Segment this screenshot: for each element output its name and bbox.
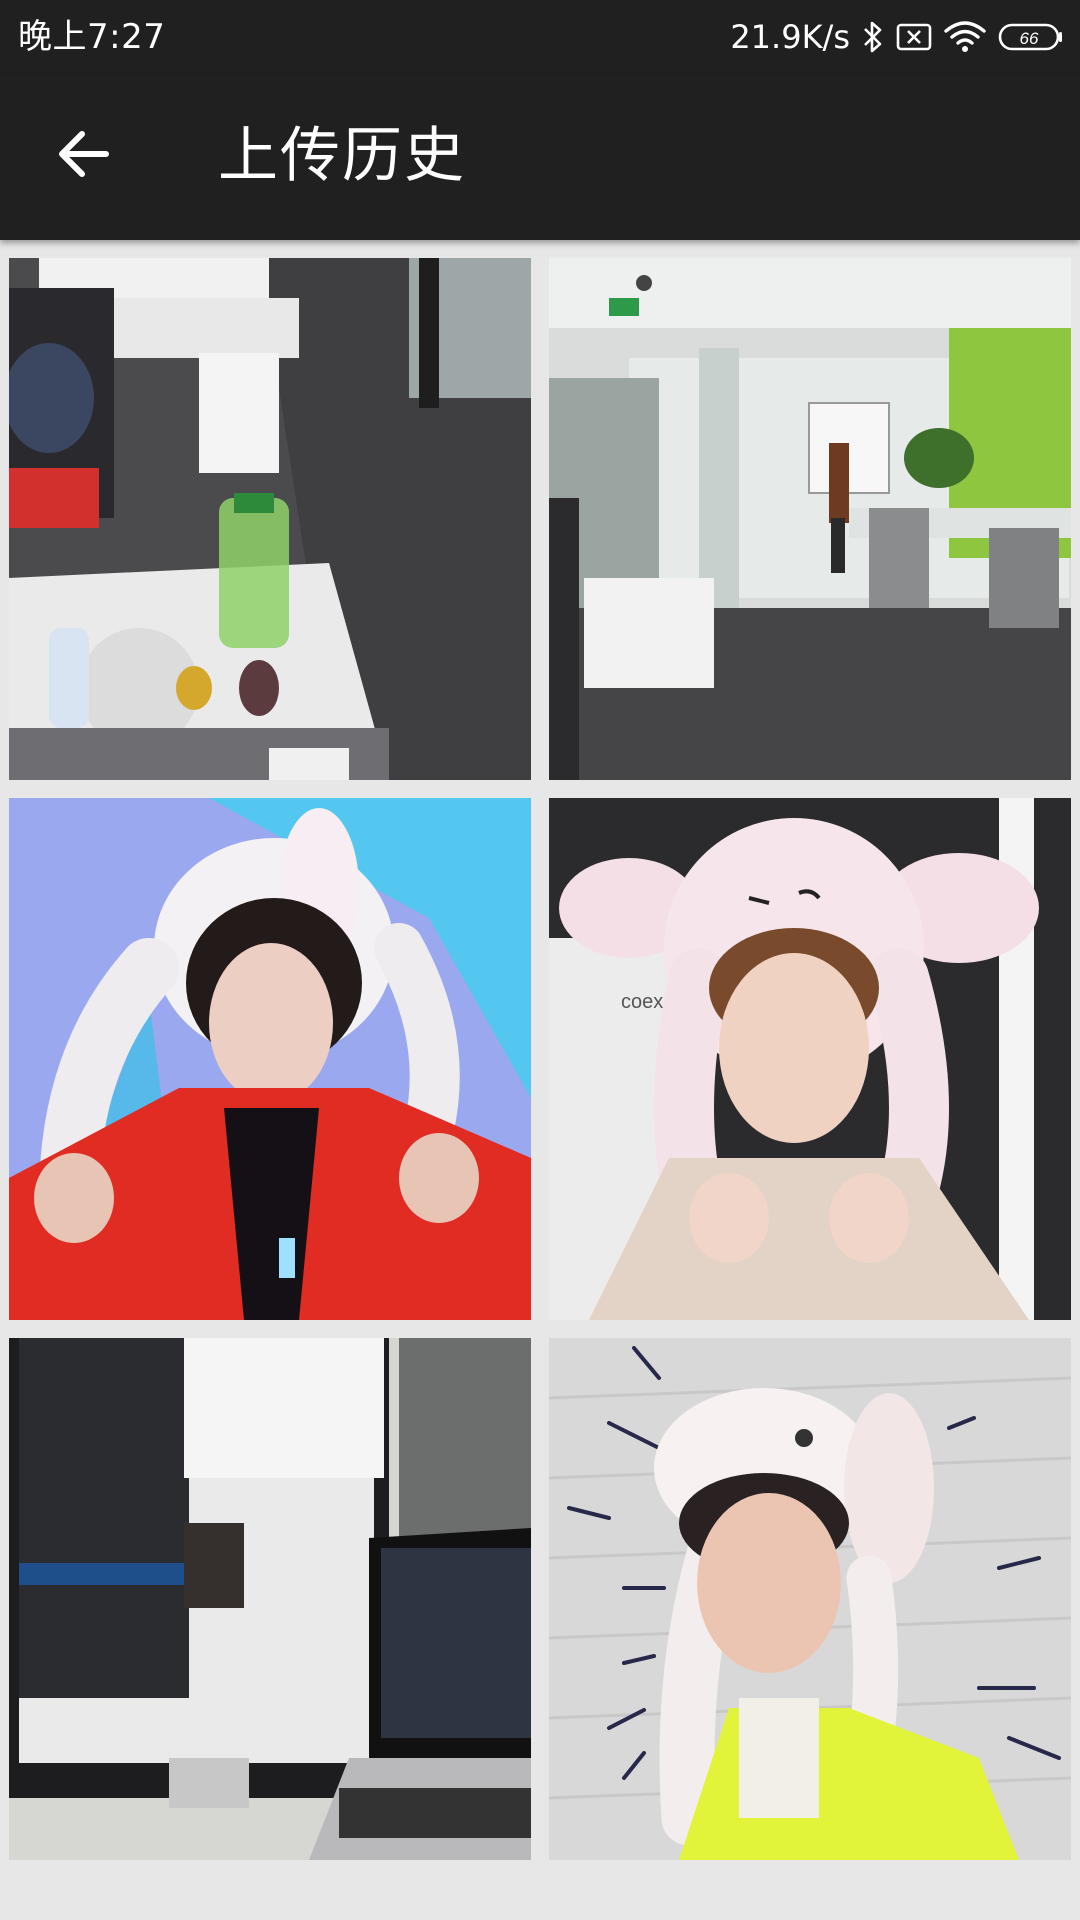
photo-tile-5[interactable] bbox=[9, 1338, 531, 1860]
photo-caption-coex: coex bbox=[621, 991, 663, 1013]
battery-icon: 66 bbox=[998, 22, 1064, 52]
status-time: 晚上7:27 bbox=[18, 17, 166, 57]
page-title: 上传历史 bbox=[218, 121, 466, 191]
battery-level: 66 bbox=[1020, 29, 1039, 48]
status-bar: 晚上7:27 21.9K/s 66 bbox=[0, 0, 1080, 74]
photo-tile-6[interactable] bbox=[549, 1338, 1071, 1860]
photo-person-yellow-vest bbox=[549, 1338, 1071, 1860]
sim-disabled-icon bbox=[896, 22, 932, 52]
arrow-left-icon bbox=[59, 131, 109, 177]
photo-person-beige-hoodie: coex bbox=[549, 798, 1071, 1320]
network-speed: 21.9K/s bbox=[730, 18, 850, 56]
photo-monitor-laptop bbox=[9, 1338, 531, 1860]
photo-person-red-jacket bbox=[9, 798, 531, 1320]
wifi-icon bbox=[944, 21, 986, 53]
photo-office-desk bbox=[9, 258, 531, 780]
status-indicators: 21.9K/s 66 bbox=[730, 14, 1064, 60]
photo-tile-1[interactable] bbox=[9, 258, 531, 780]
photo-tile-2[interactable] bbox=[549, 258, 1071, 780]
photo-office-corridor bbox=[549, 258, 1071, 780]
bluetooth-icon bbox=[862, 20, 884, 54]
upload-history-grid: coex bbox=[9, 258, 1071, 1860]
app-bar: 上传历史 bbox=[0, 74, 1080, 240]
photo-tile-4[interactable]: coex bbox=[549, 798, 1071, 1320]
back-button[interactable] bbox=[44, 114, 124, 194]
photo-tile-3[interactable] bbox=[9, 798, 531, 1320]
